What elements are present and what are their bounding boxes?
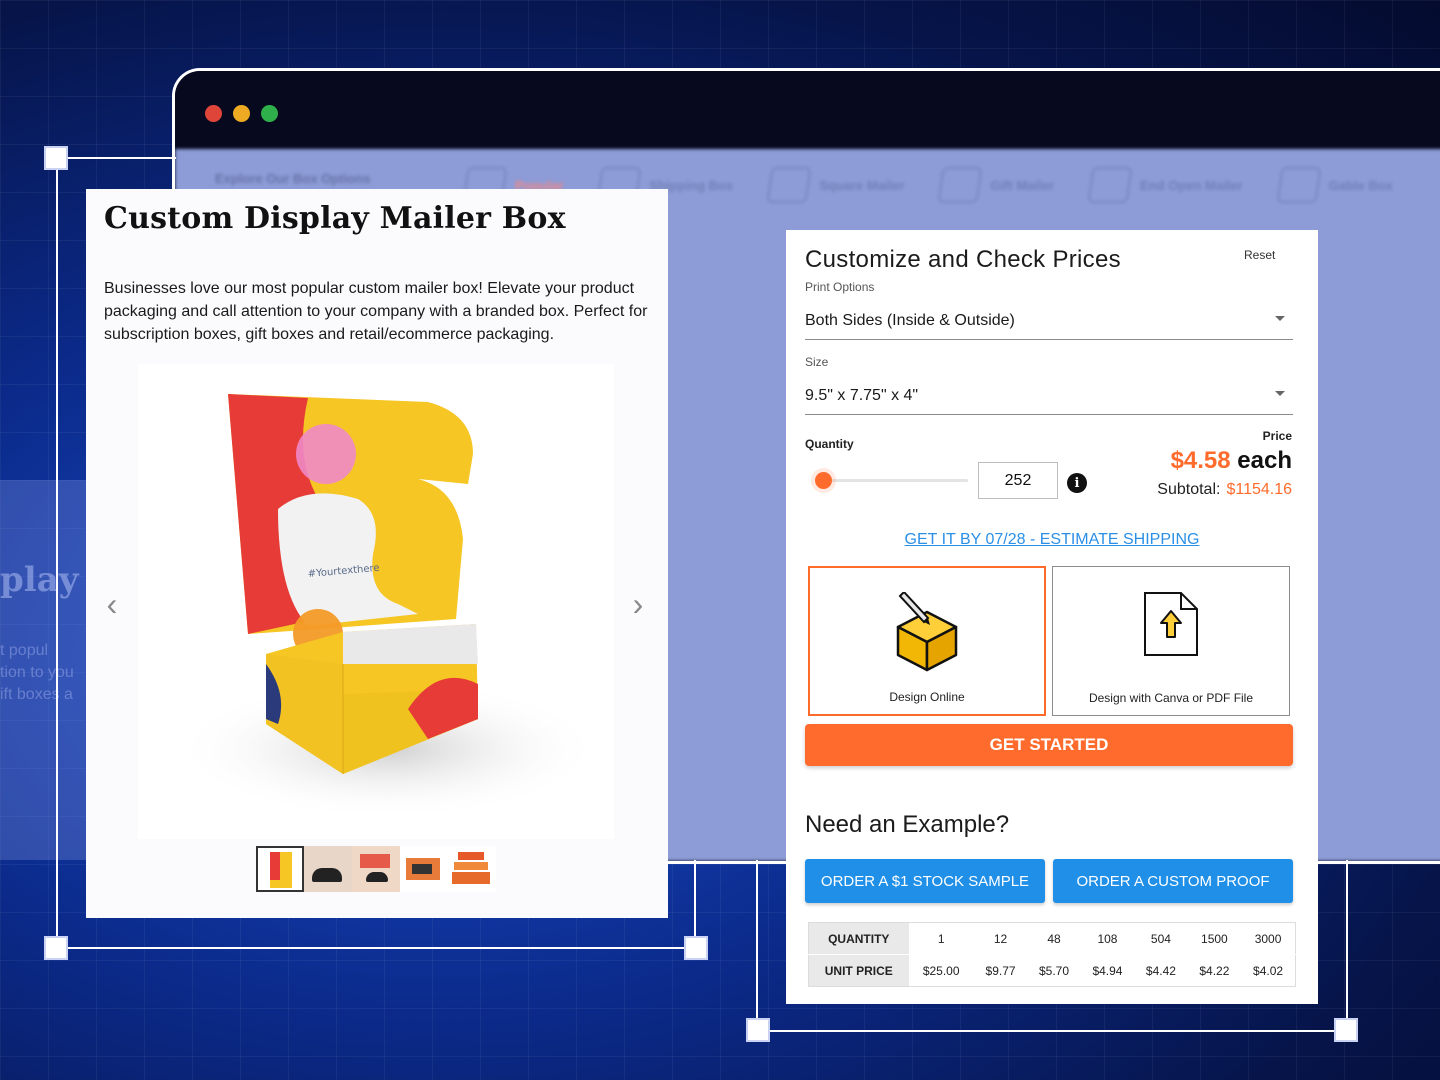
price-configurator: Customize and Check Prices Reset Print O… [786,230,1318,1004]
order-stock-sample-button[interactable]: ORDER A $1 STOCK SAMPLE [805,859,1045,903]
resize-handle[interactable] [746,1018,770,1042]
print-options-value: Both Sides (Inside & Outside) [805,312,1015,329]
table-header-unit-price: UNIT PRICE [808,954,909,987]
resize-handle[interactable] [684,936,708,960]
maximize-window-dot[interactable] [261,105,278,122]
background-left-title: play [0,560,79,600]
background-nav-title: Explore Our Box Options [215,171,371,186]
subtotal: Subtotal: $1154.16 [1157,481,1292,499]
close-window-dot[interactable] [205,105,222,122]
thumbnail[interactable] [304,846,352,892]
size-select[interactable]: 9.5" x 7.75" x 4" [805,379,1293,415]
browser-titlebar [175,71,1440,149]
upload-file-icon [1144,592,1198,656]
design-box-icon [896,592,958,672]
configurator-title: Customize and Check Prices [805,246,1121,273]
box-icon [937,167,983,203]
print-options-label: Print Options [805,280,875,294]
table-cell: $25.00 [922,963,960,978]
table-cell: 48 [1027,922,1081,955]
thumbnail-strip [256,846,496,892]
table-row: UNIT PRICE $25.00 $9.77 $5.70 $4.94 $4.4… [808,954,1296,987]
selection-frame-line [1346,860,1348,1032]
quantity-label: Quantity [805,437,854,451]
product-description: Businesses love our most popular custom … [104,280,648,343]
subtotal-value: $1154.16 [1226,481,1292,498]
table-cell: 12 [973,922,1028,955]
table-cell: $4.22 [1199,963,1230,978]
resize-handle[interactable] [1334,1018,1358,1042]
resize-handle[interactable] [44,936,68,960]
mailer-box-illustration: #Yourtexthere [173,394,603,819]
subtotal-label: Subtotal: [1157,481,1221,498]
get-started-button[interactable]: GET STARTED [805,724,1293,766]
info-icon[interactable]: i [1067,473,1087,493]
unit-price: $4.58 each [1171,447,1292,475]
table-cell: 108 [1080,922,1135,955]
selection-frame-line [56,157,176,159]
design-online-label: Design Online [889,690,965,704]
thumbnail[interactable] [400,846,448,892]
box-icon [1087,167,1133,203]
quantity-slider-track[interactable] [816,479,968,482]
table-cell: $5.70 [1038,963,1070,978]
unit-price-amount: $4.58 [1170,447,1231,474]
product-title: Custom Display Mailer Box [104,201,566,236]
size-value: 9.5" x 7.75" x 4" [805,387,919,404]
selection-frame-line [56,947,696,949]
table-row: QUANTITY 1 12 48 108 504 1500 3000 [808,922,1296,955]
unit-price-suffix: each [1230,447,1292,474]
background-tab: Square Mailer [766,167,904,203]
price-label: Price [1262,429,1292,443]
table-cell: 1 [908,922,974,955]
design-online-option[interactable]: Design Online [808,566,1046,716]
background-tab: Gable Box [1276,167,1393,203]
estimate-shipping-link[interactable]: GET IT BY 07/28 - ESTIMATE SHIPPING [786,531,1318,549]
next-image-arrow[interactable]: › [626,588,650,620]
product-card: Custom Display Mailer Box Businesses lov… [86,189,668,918]
box-icon [1276,167,1322,203]
quantity-input[interactable]: 252 [978,462,1058,499]
minimize-window-dot[interactable] [233,105,250,122]
size-label: Size [805,355,829,369]
design-file-option[interactable]: Design with Canva or PDF File [1052,566,1290,716]
table-cell: 3000 [1241,922,1296,955]
reset-button[interactable]: Reset [1244,248,1275,262]
example-section-title: Need an Example? [805,811,1010,838]
background-tab: End Open Mailer [1087,167,1243,203]
quantity-slider-thumb[interactable] [815,472,833,489]
table-cell: $4.94 [1092,963,1123,978]
thumbnail[interactable] [256,846,304,892]
previous-image-arrow[interactable]: ‹ [100,588,124,620]
table-cell: $4.42 [1145,963,1176,978]
background-tab: Gift Mailer [937,167,1054,203]
thumbnail[interactable] [352,846,400,892]
table-cell: $9.77 [985,963,1016,978]
order-custom-proof-button[interactable]: ORDER A CUSTOM PROOF [1053,859,1293,903]
box-icon [766,167,812,203]
selection-frame-line [56,157,58,949]
product-image[interactable]: #Yourtexthere [138,364,614,839]
print-options-select[interactable]: Both Sides (Inside & Outside) [805,304,1293,340]
selection-frame-line [756,1030,1348,1032]
selection-frame-line [756,860,758,1032]
design-file-label: Design with Canva or PDF File [1088,691,1254,705]
thumbnail[interactable] [448,846,496,892]
table-cell: $4.02 [1253,963,1284,978]
table-cell: 1500 [1187,922,1242,955]
chevron-down-icon [1275,316,1285,321]
background-left-text: t popul tion to you ift boxes a [0,642,74,703]
table-cell: 504 [1134,922,1188,955]
table-header-quantity: QUANTITY [808,922,909,955]
quantity-price-table: QUANTITY 1 12 48 108 504 1500 3000 UNIT … [808,922,1296,987]
chevron-down-icon [1275,391,1285,396]
resize-handle[interactable] [44,146,68,170]
